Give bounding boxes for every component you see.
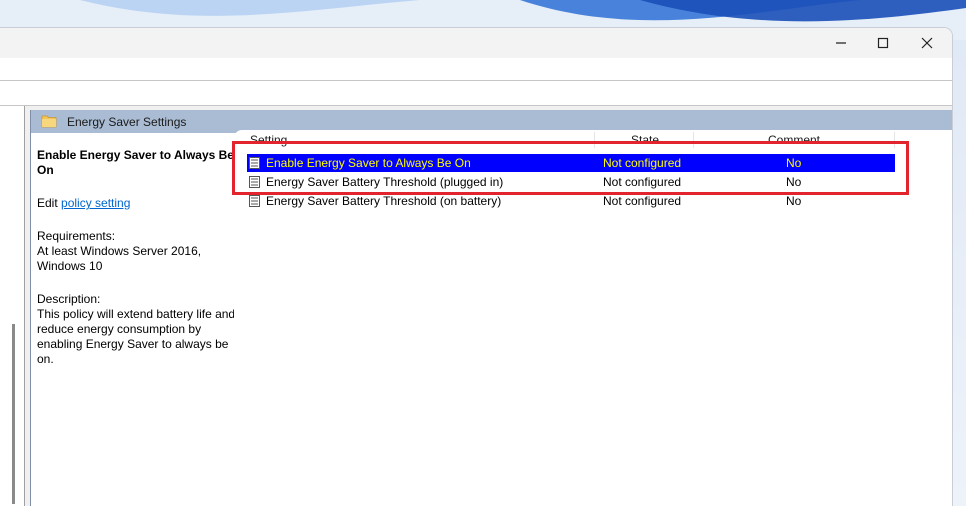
- settings-list: Setting State Comment Enable Energy Save…: [234, 130, 952, 506]
- maximize-button[interactable]: [860, 28, 906, 58]
- table-row[interactable]: Energy Saver Battery Threshold (plugged …: [247, 173, 895, 191]
- setting-state: Not configured: [603, 194, 682, 208]
- column-header-comment[interactable]: Comment: [768, 130, 820, 150]
- policy-title: Enable Energy Saver to Always Be On: [37, 148, 234, 177]
- description-panel: Enable Energy Saver to Always Be On Edit…: [37, 148, 237, 367]
- close-button[interactable]: [904, 28, 950, 58]
- table-row[interactable]: Enable Energy Saver to Always Be On Not …: [247, 154, 895, 172]
- policy-setting-icon: [249, 176, 260, 188]
- setting-state: Not configured: [603, 175, 682, 189]
- setting-name: Enable Energy Saver to Always Be On: [266, 156, 471, 170]
- maximize-icon: [877, 37, 889, 49]
- column-header-setting[interactable]: Setting: [250, 130, 287, 150]
- edit-line: Edit policy setting: [37, 196, 237, 211]
- content-area: Energy Saver Settings Enable Energy Save…: [0, 106, 952, 506]
- edit-prefix: Edit: [37, 196, 62, 210]
- toolbar: [0, 81, 952, 106]
- tree-scrollbar[interactable]: [12, 324, 15, 504]
- requirements-text: At least Windows Server 2016, Windows 10: [37, 244, 202, 273]
- column-separator[interactable]: [894, 132, 895, 148]
- details-pane: Energy Saver Settings Enable Energy Save…: [30, 110, 952, 506]
- column-separator[interactable]: [693, 132, 694, 148]
- policy-setting-link[interactable]: policy setting: [61, 196, 130, 210]
- pane-title: Energy Saver Settings: [67, 115, 187, 129]
- setting-comment: No: [786, 194, 802, 208]
- setting-name: Energy Saver Battery Threshold (plugged …: [266, 175, 504, 189]
- group-policy-editor-window: Energy Saver Settings Enable Energy Save…: [0, 28, 952, 506]
- column-separator[interactable]: [594, 132, 595, 148]
- minimize-icon: [836, 42, 846, 44]
- setting-comment: No: [786, 156, 802, 170]
- description-label: Description:: [37, 292, 101, 306]
- requirements-label: Requirements:: [37, 229, 116, 243]
- setting-comment: No: [786, 175, 802, 189]
- description-text: This policy will extend battery life and…: [37, 307, 236, 366]
- menu-bar: [0, 58, 952, 81]
- column-header-state[interactable]: State: [631, 130, 659, 150]
- minimize-button[interactable]: [818, 28, 864, 58]
- requirements-block: Requirements: At least Windows Server 20…: [37, 229, 237, 274]
- policy-setting-icon: [249, 195, 260, 207]
- policy-setting-icon: [249, 157, 260, 169]
- close-icon: [921, 37, 933, 49]
- table-row[interactable]: Energy Saver Battery Threshold (on batte…: [247, 192, 895, 210]
- setting-name: Energy Saver Battery Threshold (on batte…: [266, 194, 502, 208]
- setting-state: Not configured: [603, 156, 682, 170]
- folder-icon: [41, 115, 57, 128]
- description-block: Description: This policy will extend bat…: [37, 292, 237, 367]
- navigation-tree[interactable]: [0, 106, 25, 506]
- title-bar[interactable]: [0, 28, 952, 58]
